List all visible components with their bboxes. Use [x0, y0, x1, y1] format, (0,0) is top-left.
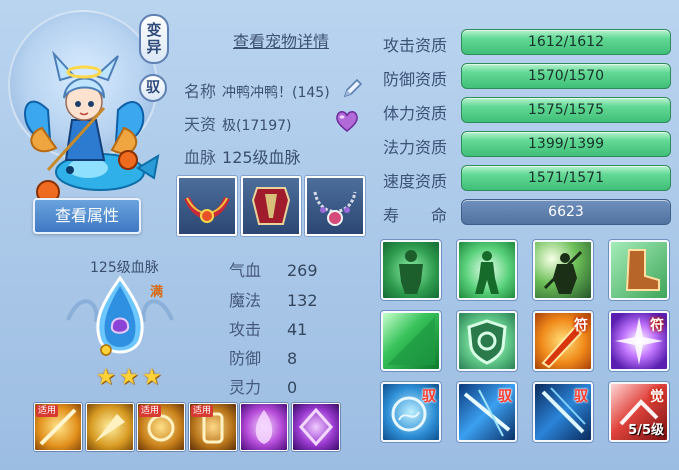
stat-value: 41: [287, 320, 308, 339]
stat-label: 防御: [229, 349, 262, 368]
talent-value: 极(17197): [222, 118, 292, 134]
lifespan-bar: 6623: [461, 199, 671, 225]
talent-label: 天资: [184, 115, 217, 134]
armor-icon: [251, 187, 291, 225]
skill-slot-7[interactable]: 符: [533, 311, 593, 371]
green-crystal-icon: [387, 317, 435, 365]
stat-value: 8: [287, 349, 298, 368]
aptitude-label-speed: 速度资质: [383, 172, 448, 191]
name-row: 名称 冲鸭冲鸭！(145): [184, 78, 330, 102]
skill-slot-2[interactable]: [457, 240, 517, 300]
passive-skill-6[interactable]: [292, 403, 340, 451]
passive-skill-5[interactable]: [240, 403, 288, 451]
skill-slot-8[interactable]: 符: [609, 311, 669, 371]
passive-skill-2[interactable]: [86, 403, 134, 451]
stat-hp: 气血 269: [229, 257, 318, 281]
tame-badge: 驭: [574, 389, 588, 405]
aptitude-bar-magic: 1399/1399: [461, 131, 671, 157]
applicable-badge: 适用: [191, 405, 214, 417]
skill-slot-12[interactable]: 觉 5/5级: [609, 382, 669, 442]
skill-slot-3[interactable]: [533, 240, 593, 300]
passive-skill-1[interactable]: 适用: [34, 403, 82, 451]
equipment-slot-collar[interactable]: [177, 176, 237, 236]
aptitude-bar-attack: 1612/1612: [461, 29, 671, 55]
name-label: 名称: [184, 82, 217, 101]
stat-value: 0: [287, 378, 298, 397]
tame-badge: 驭: [422, 389, 436, 405]
tame-badge: 驭: [498, 389, 512, 405]
talisman-badge: 符: [650, 318, 664, 334]
skill-slot-1[interactable]: [381, 240, 441, 300]
heart-icon[interactable]: [334, 109, 360, 133]
name-value: 冲鸭冲鸭！(145): [222, 85, 330, 101]
strength-figure-icon: [399, 250, 423, 294]
stat-label: 魔法: [229, 291, 262, 310]
stat-spirit: 灵力 0: [229, 374, 297, 398]
warrior-icon: [543, 250, 583, 294]
passive-skill-3[interactable]: 适用: [137, 403, 185, 451]
star-icon: ★: [142, 365, 162, 390]
necklace-icon: [313, 191, 357, 226]
skill-slot-5[interactable]: [381, 311, 441, 371]
aptitude-bar-speed: 1571/1571: [461, 165, 671, 191]
aptitude-label-magic: 法力资质: [383, 138, 448, 157]
full-badge: 满: [150, 285, 164, 300]
lifespan-label: 寿 命: [383, 206, 448, 225]
pencil-icon[interactable]: [341, 76, 365, 100]
aptitude-label-stamina: 体力资质: [383, 104, 448, 123]
skill-slot-4[interactable]: [609, 240, 669, 300]
stat-attack: 攻击 41: [229, 316, 307, 340]
glowing-figure-icon: [475, 251, 499, 294]
skill-slot-10[interactable]: 驭: [457, 382, 517, 442]
stat-label: 灵力: [229, 378, 262, 397]
stat-label: 气血: [229, 261, 262, 280]
skill-slot-6[interactable]: [457, 311, 517, 371]
aptitude-bar-defense: 1570/1570: [461, 63, 671, 89]
view-pet-details-link[interactable]: 查看宠物详情: [226, 28, 336, 52]
passive-skill-4[interactable]: 适用: [189, 403, 237, 451]
skill-slot-11[interactable]: 驭: [533, 382, 593, 442]
bloodline-value: 125级血脉: [222, 148, 301, 167]
bloodline-label: 血脉: [184, 148, 217, 167]
equipment-slot-armor[interactable]: [241, 176, 301, 236]
view-attributes-button[interactable]: 查看属性: [33, 198, 141, 234]
collar-icon: [184, 196, 230, 223]
awaken-badge: 觉: [650, 389, 664, 405]
boot-icon: [625, 249, 660, 291]
equipment-slot-necklace[interactable]: [305, 176, 365, 236]
shield-icon: [467, 319, 507, 365]
skill-slot-9[interactable]: 驭: [381, 382, 441, 442]
gold-claw-icon: [95, 414, 125, 442]
bloodline-row: 血脉 125级血脉: [184, 144, 301, 168]
stat-value: 269: [287, 261, 318, 280]
aptitude-label-attack: 攻击资质: [383, 36, 448, 55]
talisman-badge: 符: [574, 318, 588, 334]
stat-value: 132: [287, 291, 318, 310]
star-icon: ★: [96, 365, 116, 390]
tame-tag: 驭: [139, 74, 167, 102]
aptitude-label-defense: 防御资质: [383, 70, 448, 89]
talent-row: 天资 极(17197): [184, 111, 291, 135]
skill-level: 5/5级: [628, 423, 664, 438]
stat-label: 攻击: [229, 320, 262, 339]
purple-rune-icon: [298, 407, 334, 447]
purple-flame-icon: [255, 410, 273, 444]
star-icon: ★: [119, 365, 139, 390]
stat-defense: 防御 8: [229, 345, 297, 369]
applicable-badge: 适用: [139, 405, 162, 417]
mutant-tag: 变异: [139, 14, 169, 64]
applicable-badge: 适用: [36, 405, 59, 417]
stat-mp: 魔法 132: [229, 287, 318, 311]
aptitude-bar-stamina: 1575/1575: [461, 97, 671, 123]
